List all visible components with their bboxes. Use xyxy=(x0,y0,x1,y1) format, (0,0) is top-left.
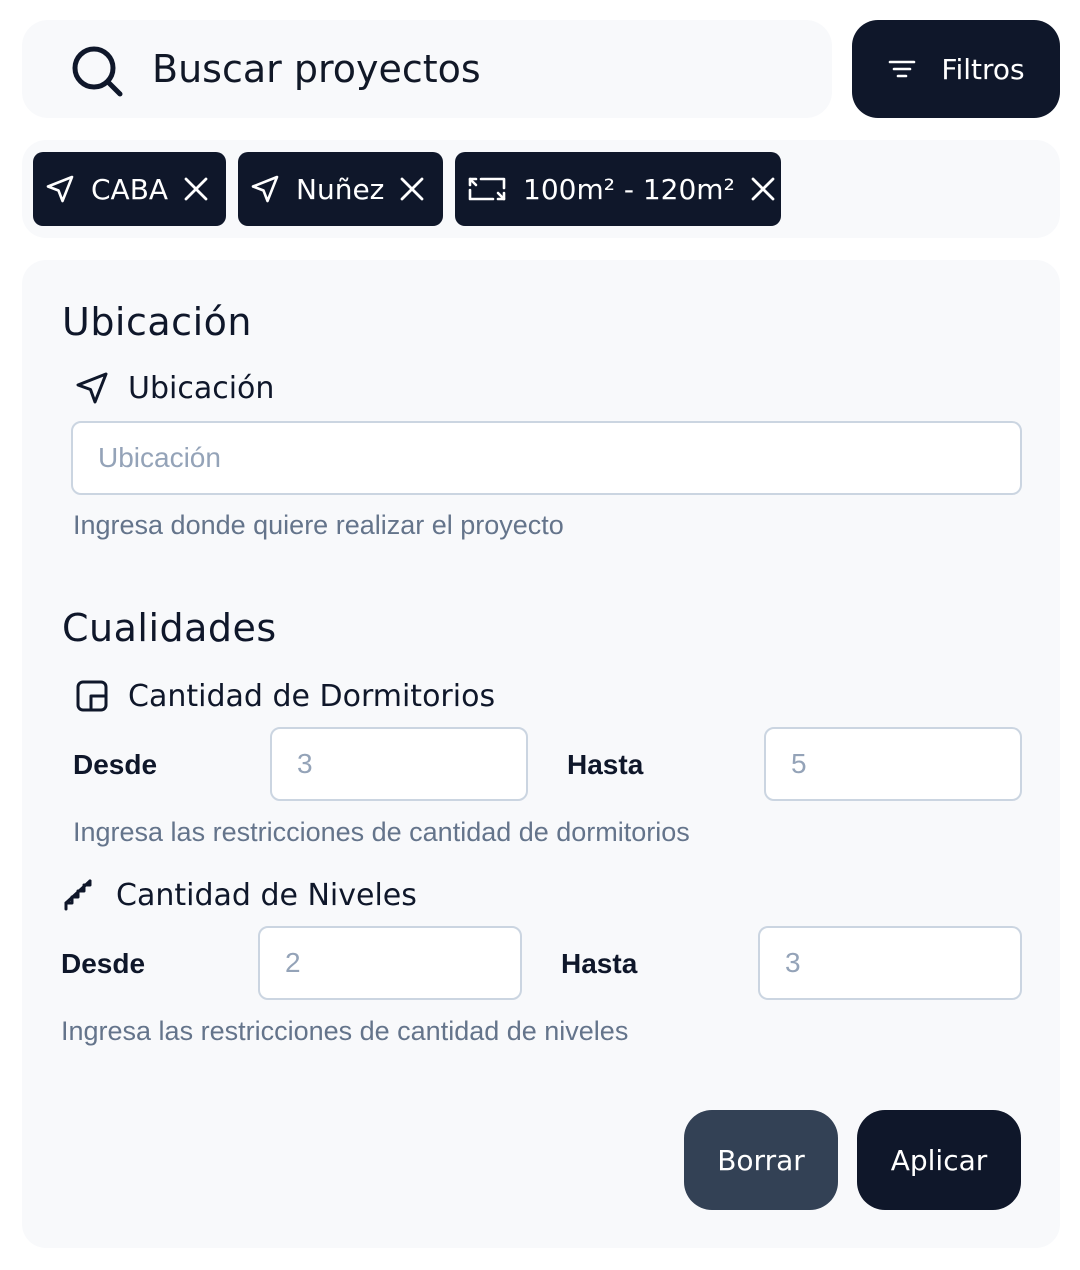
location-arrow-icon xyxy=(46,175,74,203)
levels-from-input[interactable] xyxy=(258,926,522,1000)
location-field-label-text: Ubicación xyxy=(128,370,275,406)
levels-field-label: Cantidad de Niveles xyxy=(62,877,417,913)
bedrooms-to-input[interactable] xyxy=(764,727,1022,801)
location-arrow-icon xyxy=(76,372,108,404)
search-bar xyxy=(22,20,832,118)
filter-chip-label: Nuñez xyxy=(296,172,385,206)
filters-button-label: Filtros xyxy=(941,52,1025,86)
search-icon xyxy=(72,46,123,97)
close-icon[interactable] xyxy=(398,175,426,203)
filter-chip: CABA xyxy=(33,152,226,226)
section-title-location: Ubicación xyxy=(62,300,252,344)
area-resize-icon xyxy=(468,177,506,201)
close-icon[interactable] xyxy=(182,175,210,203)
bedrooms-help-text: Ingresa las restricciones de cantidad de… xyxy=(73,817,690,847)
filter-lines-icon xyxy=(889,60,916,78)
location-help-text: Ingresa donde quiere realizar el proyect… xyxy=(73,510,564,540)
filter-chip-label: CABA xyxy=(91,172,169,206)
bedrooms-to-label: Hasta xyxy=(567,749,644,780)
active-filters-bar: CABA Nuñez 100m² - 120m² xyxy=(22,140,1060,238)
bedrooms-from-label: Desde xyxy=(73,749,158,780)
location-arrow-icon xyxy=(251,175,279,203)
bedrooms-field-label: Cantidad de Dormitorios xyxy=(74,678,495,714)
bedroom-floorplan-icon xyxy=(76,680,108,712)
close-icon[interactable] xyxy=(749,175,777,203)
section-title-qualities: Cualidades xyxy=(62,606,277,650)
clear-button[interactable]: Borrar xyxy=(684,1110,838,1210)
levels-to-label: Hasta xyxy=(561,948,638,979)
apply-button[interactable]: Aplicar xyxy=(857,1110,1021,1210)
bedrooms-label-text: Cantidad de Dormitorios xyxy=(128,678,496,714)
filters-panel: Ubicación Ubicación Ingresa donde quiere… xyxy=(22,260,1060,1248)
levels-from-label: Desde xyxy=(61,948,146,979)
location-field-label: Ubicación xyxy=(74,370,274,406)
filter-chip: 100m² - 120m² xyxy=(455,152,781,226)
bedrooms-from-input[interactable] xyxy=(270,727,528,801)
levels-label-text: Cantidad de Niveles xyxy=(116,877,417,913)
levels-help-text: Ingresa las restricciones de cantidad de… xyxy=(61,1016,629,1046)
search-input[interactable] xyxy=(152,44,812,94)
stairs-icon xyxy=(64,879,92,911)
levels-to-input[interactable] xyxy=(758,926,1022,1000)
location-input[interactable] xyxy=(71,421,1022,495)
filters-button[interactable]: Filtros xyxy=(852,20,1060,118)
filter-chip-label: 100m² - 120m² xyxy=(523,172,735,206)
filter-chip: Nuñez xyxy=(238,152,443,226)
